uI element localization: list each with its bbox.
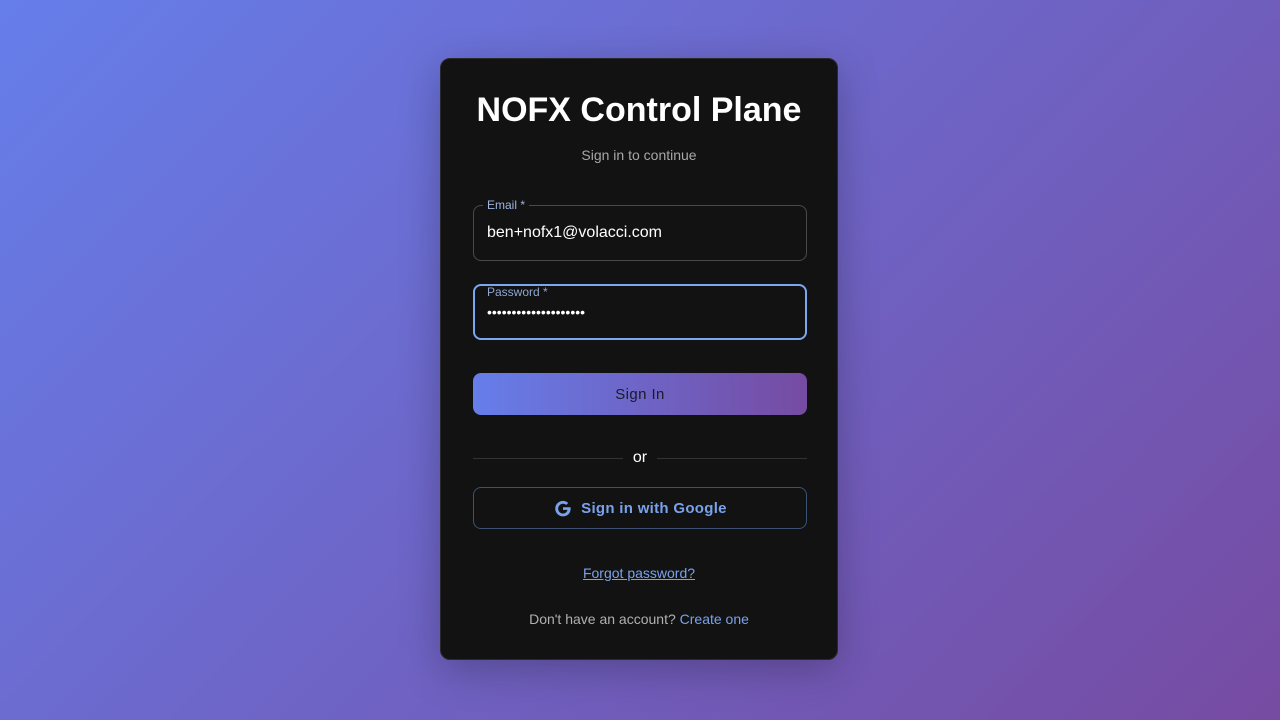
google-sign-in-button[interactable]: Sign in with Google [473, 487, 807, 529]
login-card: NOFX Control Plane Sign in to continue E… [440, 58, 838, 660]
divider-line-right [657, 458, 807, 459]
signup-prompt: Don't have an account? [529, 611, 676, 627]
email-field[interactable]: Email * [473, 197, 807, 261]
email-input[interactable] [487, 206, 787, 260]
signup-row: Don't have an account? Create one [441, 611, 837, 627]
password-field[interactable]: Password * [473, 284, 807, 340]
forgot-password-link[interactable]: Forgot password? [583, 565, 695, 581]
google-g-icon [553, 498, 573, 518]
page-title: NOFX Control Plane [476, 91, 802, 129]
page-subtitle: Sign in to continue [581, 147, 697, 163]
password-input[interactable] [487, 292, 787, 332]
sign-in-button[interactable]: Sign In [473, 373, 807, 415]
or-divider: or [473, 447, 807, 471]
google-button-label: Sign in with Google [581, 499, 727, 517]
forgot-password-row: Forgot password? [441, 565, 837, 581]
create-account-link[interactable]: Create one [680, 611, 749, 627]
